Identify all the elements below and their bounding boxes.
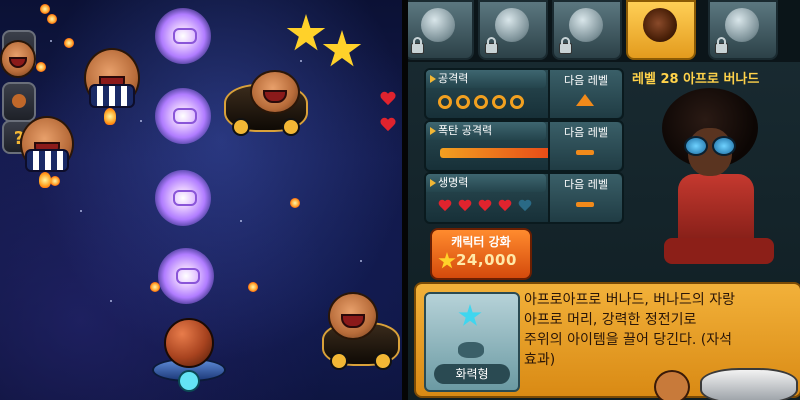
heart-full-icon — [438, 200, 452, 213]
hero-legs — [664, 238, 774, 264]
screenshot-canvas: ? 공격력 다음 레벨 폭탄 공격력 다음 레벨 생명력 다음 레벨 레벨 28… — [0, 0, 800, 400]
afro-portrait-icon — [643, 8, 677, 42]
description-line: 아프로아프로 버나드, 버나드의 자랑 — [524, 292, 735, 308]
background-star — [80, 210, 82, 212]
lock-icon — [411, 37, 424, 54]
bomb-icon — [12, 94, 26, 108]
dash-icon — [576, 146, 594, 155]
energy-ghost-shot — [155, 170, 211, 226]
enemy-fireball — [64, 38, 74, 48]
bomb-attack-bar-fill — [440, 148, 552, 158]
background-star — [360, 260, 362, 262]
character-portrait-icon — [569, 8, 603, 42]
description-line: 주위의 아이템을 끌어 당긴다. (자석 — [524, 332, 733, 348]
heart-full-icon — [478, 200, 492, 213]
enemy-prisoner — [20, 116, 74, 188]
enemy-fireball — [36, 62, 46, 72]
enemy-driver — [250, 70, 300, 114]
next-level-label: 다음 레벨 — [564, 74, 608, 87]
enemy-fireball — [248, 282, 258, 292]
stat-attack-label: 공격력 — [426, 70, 546, 88]
next-level-label: 다음 레벨 — [564, 178, 608, 191]
lock-icon — [485, 37, 498, 54]
pilot-portrait-icon — [654, 370, 690, 400]
heart-full-icon — [458, 200, 472, 213]
enemy-fireball — [290, 198, 300, 208]
background-star — [50, 40, 52, 42]
description-line: 아프로 머리, 강력한 정전기로 — [524, 312, 697, 328]
lock-icon — [715, 37, 728, 54]
attack-ring-icon — [492, 95, 506, 109]
character-upgrade-panel: 공격력 다음 레벨 폭탄 공격력 다음 레벨 생명력 다음 레벨 레벨 28 아… — [408, 0, 800, 400]
character-select-strip — [408, 0, 800, 62]
jet-icon — [700, 368, 798, 400]
character-upgrade-button[interactable]: 캐릭터 강화 24,000 — [430, 228, 532, 280]
arrow-up-icon — [576, 94, 594, 106]
energy-ghost-shot — [158, 248, 214, 304]
attack-ring-icon — [456, 95, 470, 109]
stat-health-label: 생명력 — [426, 174, 546, 192]
health-hearts — [438, 198, 538, 217]
upgrade-cost: 24,000 — [456, 251, 517, 269]
gameplay-view: ? — [0, 0, 402, 400]
heart-empty-icon — [518, 200, 532, 213]
attack-ring-icon — [474, 95, 488, 109]
health-next-level[interactable]: 다음 레벨 — [548, 174, 622, 222]
background-star — [240, 220, 242, 222]
character-slot-5[interactable] — [708, 0, 778, 60]
background-star — [300, 60, 302, 62]
enemy-fireball — [47, 14, 57, 24]
player-cockpit — [178, 370, 200, 392]
electric-spark-icon — [458, 304, 482, 326]
attack-ring-icon — [510, 95, 524, 109]
bonus-star-icon — [286, 14, 326, 51]
bomb-next-level[interactable]: 다음 레벨 — [548, 122, 622, 170]
heart-full-icon — [498, 200, 512, 213]
character-level-title: 레벨 28 아프로 버나드 — [632, 72, 760, 87]
player-dome — [164, 318, 214, 368]
background-star — [110, 300, 112, 302]
stat-health: 생명력 다음 레벨 — [424, 172, 624, 224]
lock-icon — [559, 37, 572, 54]
stat-attack: 공격력 다음 레벨 — [424, 68, 624, 120]
character-type-card: 화력형 — [424, 292, 520, 392]
character-type-label: 화력형 — [434, 364, 510, 384]
next-level-label: 다음 레벨 — [564, 126, 608, 139]
enemy-prisoner — [0, 40, 36, 78]
stat-bomb-attack: 폭탄 공격력 다음 레벨 — [424, 120, 624, 172]
bonus-star-icon — [322, 30, 362, 67]
character-portrait-icon — [421, 8, 455, 42]
character-slot-1[interactable] — [408, 0, 474, 60]
stat-bomb-label: 폭탄 공격력 — [426, 122, 546, 140]
upgrade-button-label: 캐릭터 강화 — [451, 235, 511, 249]
enemy-driver — [328, 292, 378, 340]
afro-bernard-character — [644, 88, 794, 268]
mini-plane-icon — [458, 342, 484, 358]
heart-pickup-icon — [380, 118, 396, 132]
character-portrait-icon — [495, 8, 529, 42]
enemy-fireball — [50, 176, 60, 186]
character-description: 아프로아프로 버나드, 버나드의 자랑 아프로 머리, 강력한 정전기로 주위의… — [524, 290, 794, 370]
character-slot-3[interactable] — [552, 0, 622, 60]
energy-ghost-shot — [155, 88, 211, 144]
dash-icon — [576, 198, 594, 207]
energy-ghost-shot — [155, 8, 211, 64]
goggles-icon — [684, 136, 736, 156]
bottom-character-art — [640, 364, 800, 400]
enemy-prisoner — [84, 48, 140, 126]
heart-pickup-icon — [380, 92, 396, 106]
attack-ring-icon — [438, 95, 452, 109]
enemy-fireball — [40, 4, 50, 14]
character-slot-afro-bernard[interactable] — [626, 0, 696, 60]
character-slot-2[interactable] — [478, 0, 548, 60]
player-ship[interactable] — [152, 318, 226, 392]
attack-next-level[interactable]: 다음 레벨 — [548, 70, 622, 118]
background-star — [140, 120, 142, 122]
attack-level-rings — [438, 94, 528, 113]
bomb-attack-bar — [440, 148, 552, 158]
character-portrait-icon — [725, 8, 759, 42]
star-currency-icon — [438, 252, 456, 269]
